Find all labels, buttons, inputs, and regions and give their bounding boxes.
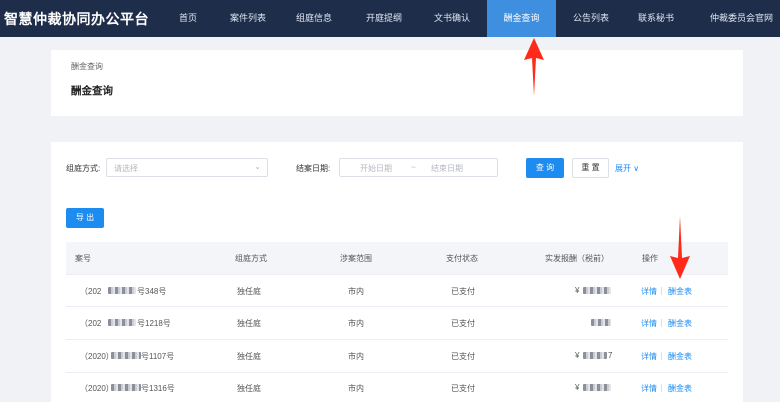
nav-item-hearing-outline[interactable]: 开庭提纲 xyxy=(360,0,408,37)
fee-table-link[interactable]: 酬金表 xyxy=(668,318,692,329)
column-header-case-no: 案号 xyxy=(75,254,91,263)
court-mode-label: 组庭方式: xyxy=(66,164,101,173)
court-mode-cell: 独任庭 xyxy=(237,384,261,393)
column-header-actions: 操作 xyxy=(642,254,658,263)
court-mode-select[interactable]: 请选择 ⌄ xyxy=(106,158,268,177)
court-mode-placeholder: 请选择 xyxy=(114,164,138,173)
top-navbar: 智慧仲裁协同办公平台 首页 案件列表 组庭信息 开庭提纲 文书确认 酬金查询 公… xyxy=(0,0,780,37)
export-button[interactable]: 导 出 xyxy=(66,208,104,228)
redacted-case-number xyxy=(111,384,141,391)
search-button[interactable]: 查 询 xyxy=(526,158,564,178)
fee-table-link[interactable]: 酬金表 xyxy=(668,383,692,394)
pay-status-cell: 已支付 xyxy=(451,287,475,296)
pay-status-cell: 已支付 xyxy=(451,352,475,361)
reset-button[interactable]: 重 置 xyxy=(572,158,609,178)
scope-cell: 市内 xyxy=(348,384,364,393)
detail-link[interactable]: 详情 xyxy=(641,318,657,329)
annotation-arrow-down-icon xyxy=(670,216,690,279)
app-title: 智慧仲裁协同办公平台 xyxy=(4,11,149,27)
payout-prefix: ¥ xyxy=(575,383,580,392)
payout-suffix: 7 xyxy=(608,351,613,360)
range-separator: ~ xyxy=(411,163,416,172)
row-divider xyxy=(66,274,728,275)
case-number-suffix: 号1107号 xyxy=(141,352,175,361)
scope-cell: 市内 xyxy=(348,319,364,328)
case-number-prefix: （202 xyxy=(80,319,102,328)
nav-item-document-confirm[interactable]: 文书确认 xyxy=(428,0,476,37)
nav-item-tribunal-info[interactable]: 组庭信息 xyxy=(290,0,338,37)
close-date-label: 结案日期: xyxy=(296,164,331,173)
chevron-down-icon: ∨ xyxy=(633,164,640,173)
page-title: 酬金查询 xyxy=(71,85,113,97)
payout-prefix: ¥ xyxy=(575,286,580,295)
row-divider xyxy=(66,339,728,340)
case-number-prefix: （2020） xyxy=(80,352,114,361)
action-separator xyxy=(661,287,662,295)
pay-status-cell: 已支付 xyxy=(451,384,475,393)
nav-item-official-site[interactable]: 仲裁委员会官网 xyxy=(703,0,780,37)
detail-link[interactable]: 详情 xyxy=(641,383,657,394)
close-date-range-picker[interactable]: 开始日期 ~ 结束日期 xyxy=(339,158,498,177)
nav-item-contact-secretary[interactable]: 联系秘书 xyxy=(632,0,680,37)
action-separator xyxy=(661,352,662,360)
nav-item-notice-list[interactable]: 公告列表 xyxy=(567,0,615,37)
pay-status-cell: 已支付 xyxy=(451,319,475,328)
column-header-court-mode: 组庭方式 xyxy=(235,254,267,263)
fee-table-link[interactable]: 酬金表 xyxy=(668,351,692,362)
court-mode-cell: 独任庭 xyxy=(237,319,261,328)
fee-table-link[interactable]: 酬金表 xyxy=(668,286,692,297)
end-date-placeholder: 结束日期 xyxy=(431,164,463,173)
redacted-payout xyxy=(583,352,607,359)
redacted-case-number xyxy=(108,287,136,294)
court-mode-cell: 独任庭 xyxy=(237,352,261,361)
redacted-payout xyxy=(591,319,611,326)
page-header-card: 酬金查询 酬金查询 xyxy=(51,50,743,116)
redacted-case-number xyxy=(108,319,136,326)
case-number-prefix: （202 xyxy=(80,287,102,296)
annotation-arrow-up-icon xyxy=(524,38,544,96)
column-header-scope: 涉案范围 xyxy=(340,254,372,263)
action-separator xyxy=(661,319,662,327)
column-header-pay-status: 支付状态 xyxy=(446,254,478,263)
row-divider xyxy=(66,306,728,307)
nav-item-fee-query[interactable]: 酬金查询 xyxy=(487,0,556,37)
case-number-suffix: 号1316号 xyxy=(141,384,175,393)
start-date-placeholder: 开始日期 xyxy=(360,164,392,173)
redacted-payout xyxy=(583,384,611,391)
scope-cell: 市内 xyxy=(348,352,364,361)
detail-link[interactable]: 详情 xyxy=(641,286,657,297)
nav-item-case-list[interactable]: 案件列表 xyxy=(224,0,272,37)
column-header-payout: 实发报酬（税前） xyxy=(545,254,609,263)
court-mode-cell: 独任庭 xyxy=(237,287,261,296)
table-header xyxy=(66,242,728,274)
nav-item-home[interactable]: 首页 xyxy=(177,0,199,37)
breadcrumb: 酬金查询 xyxy=(71,62,103,71)
action-separator xyxy=(661,384,662,392)
scope-cell: 市内 xyxy=(348,287,364,296)
detail-link[interactable]: 详情 xyxy=(641,351,657,362)
row-divider xyxy=(66,372,728,373)
case-number-suffix: 号1218号 xyxy=(137,319,171,328)
expand-label: 展开 xyxy=(615,164,631,173)
case-number-prefix: （2020） xyxy=(80,384,114,393)
expand-toggle[interactable]: 展开 ∨ xyxy=(615,163,639,174)
redacted-payout xyxy=(583,287,611,294)
payout-prefix: ¥ xyxy=(575,351,580,360)
chevron-down-icon: ⌄ xyxy=(254,162,261,171)
case-number-suffix: 号348号 xyxy=(137,287,167,296)
redacted-case-number xyxy=(111,352,141,359)
